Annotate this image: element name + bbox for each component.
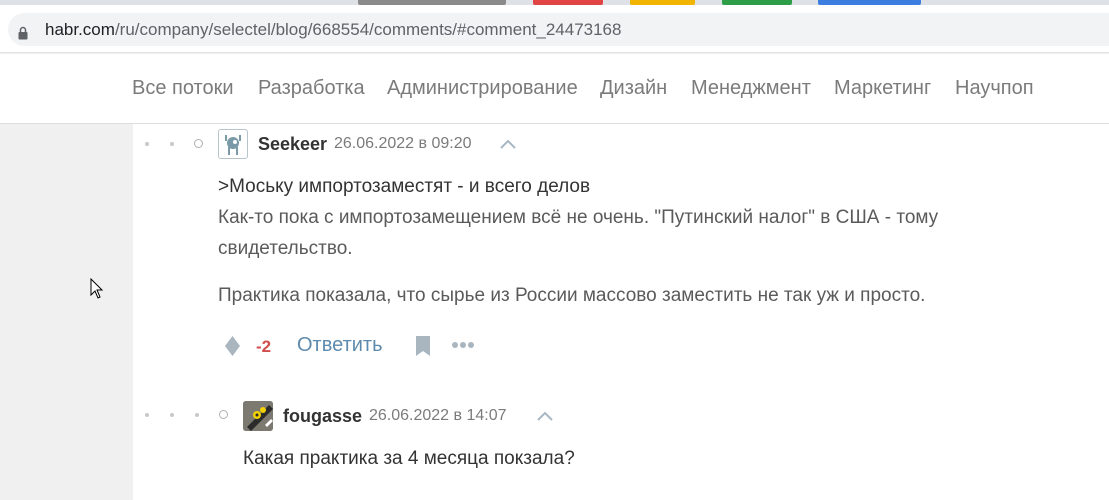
flows-nav: Все потоки Разработка Администрирование … bbox=[0, 54, 1109, 124]
nav-item-administration[interactable]: Администрирование bbox=[387, 77, 578, 100]
address-bar: habr.com/ru/company/selectel/blog/668554… bbox=[0, 5, 1109, 53]
comment-text-line: >Моську импортозаместят - и всего делов bbox=[218, 176, 591, 197]
comment-author[interactable]: fougasse bbox=[283, 406, 362, 427]
comment-text-line: Как-то пока с импортозамещением всё не о… bbox=[218, 207, 939, 228]
nav-item-all-flows[interactable]: Все потоки bbox=[132, 77, 234, 100]
avatar[interactable] bbox=[243, 401, 273, 431]
comment-text-line: свидетельство. bbox=[218, 238, 353, 259]
nav-item-design[interactable]: Дизайн bbox=[600, 77, 667, 100]
page-gutter bbox=[0, 124, 133, 500]
comment-text-line: Практика показала, что сырье из России м… bbox=[218, 285, 926, 306]
mouse-cursor-icon bbox=[90, 278, 104, 299]
nav-item-management[interactable]: Менеджмент bbox=[691, 77, 811, 100]
reply-button[interactable]: Ответить bbox=[297, 334, 383, 357]
nav-item-marketing[interactable]: Маркетинг bbox=[834, 77, 931, 100]
parent-comment-arrow-icon[interactable] bbox=[537, 411, 553, 421]
url-host: habr.com bbox=[45, 20, 115, 39]
nav-item-development[interactable]: Разработка bbox=[258, 77, 365, 100]
avatar[interactable] bbox=[218, 129, 248, 159]
bookmark-icon[interactable] bbox=[415, 335, 431, 357]
nav-item-popsci[interactable]: Научпоп bbox=[955, 77, 1034, 100]
comment-text-line: Какая практика за 4 месяца покзала? bbox=[243, 448, 575, 469]
url-text[interactable]: habr.com/ru/company/selectel/blog/668554… bbox=[45, 20, 621, 40]
comment-rating: -2 bbox=[256, 337, 272, 356]
user-avatar-icon bbox=[243, 401, 273, 431]
comment-date[interactable]: 26.06.2022 в 14:07 bbox=[369, 407, 507, 425]
comment-author[interactable]: Seekeer bbox=[258, 134, 327, 155]
url-path: /ru/company/selectel/blog/668554/comment… bbox=[114, 20, 622, 39]
robot-avatar-icon bbox=[225, 135, 241, 155]
comment-date[interactable]: 26.06.2022 в 09:20 bbox=[334, 135, 472, 153]
vote-icon[interactable] bbox=[224, 335, 241, 357]
more-options-icon[interactable] bbox=[451, 341, 475, 349]
parent-comment-arrow-icon[interactable] bbox=[500, 139, 516, 149]
lock-icon[interactable] bbox=[18, 26, 28, 40]
